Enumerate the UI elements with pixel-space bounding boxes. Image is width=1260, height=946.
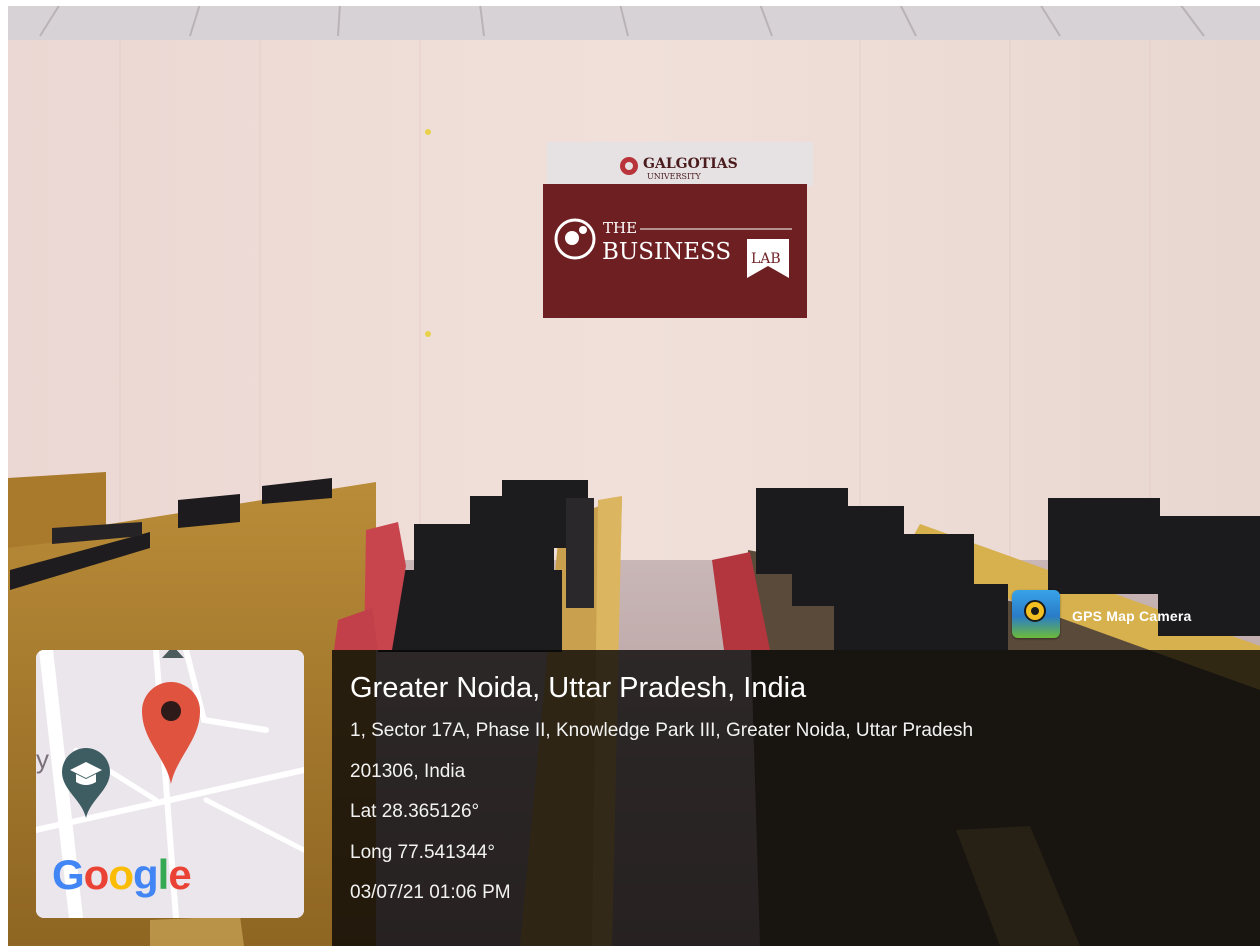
- map-pin-icon: [142, 681, 200, 784]
- longitude: Long 77.541344°: [350, 842, 495, 863]
- sign-university: GALGOTIAS: [643, 156, 738, 172]
- photo-frame: GALGOTIAS UNIVERSITY THE BUSINESS LAB GP…: [0, 0, 1260, 946]
- google-logo-letter: l: [157, 851, 170, 898]
- google-logo: Google: [52, 851, 192, 898]
- google-logo-letter: o: [108, 851, 134, 898]
- latitude: Lat 28.365126°: [350, 801, 480, 822]
- timestamp: 03/07/21 01:06 PM: [350, 882, 511, 903]
- gps-app-name: GPS Map Camera: [1072, 608, 1192, 624]
- sign-lab: LAB: [751, 251, 781, 267]
- business-lab-sign: GALGOTIAS UNIVERSITY THE BUSINESS LAB: [543, 142, 813, 318]
- graduation-cap-icon: [62, 748, 110, 818]
- gps-map-camera-badge: GPS Map Camera: [1012, 590, 1252, 642]
- mini-map[interactable]: y Google: [36, 650, 304, 918]
- google-logo-letter: g: [132, 851, 159, 898]
- google-logo-letter: G: [52, 851, 85, 898]
- gps-map-camera-icon: [1012, 590, 1060, 638]
- sign-the: THE: [603, 219, 637, 237]
- map-edge-label: y: [36, 744, 49, 774]
- address-line-1: 1, Sector 17A, Phase II, Knowledge Park …: [350, 720, 974, 741]
- sign-university-sub: UNIVERSITY: [647, 172, 702, 181]
- location-title: Greater Noida, Uttar Pradesh, India: [350, 672, 807, 704]
- google-logo-letter: e: [168, 851, 191, 898]
- google-logo-letter: o: [83, 851, 110, 898]
- sign-business: BUSINESS: [602, 239, 731, 265]
- address-line-2: 201306, India: [350, 761, 466, 782]
